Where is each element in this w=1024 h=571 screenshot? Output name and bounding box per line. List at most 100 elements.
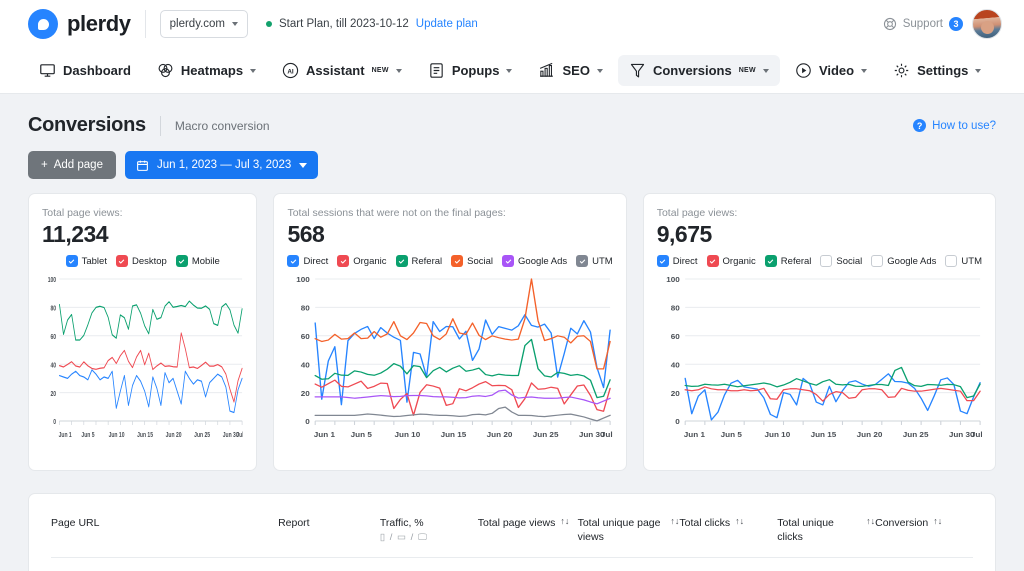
page-header: Conversions Macro conversion ? How to us… bbox=[0, 94, 1024, 137]
nav-label: Heatmaps bbox=[180, 63, 244, 78]
legend-item-desktop[interactable]: Desktop bbox=[115, 255, 167, 267]
legend-checkbox[interactable] bbox=[945, 255, 958, 267]
check-icon bbox=[340, 259, 346, 264]
svg-text:Jun 20: Jun 20 bbox=[166, 431, 182, 439]
svg-text:Jun 15: Jun 15 bbox=[810, 430, 836, 439]
chart-area: 0 20 40 60 80 100 Jun 1 Jun 5 Jun 10 Jun 15 Jun 20… bbox=[657, 273, 982, 458]
chart-area: 0 20 40 60 80 100 Jun 1 Jun 5 Jun 10 Jun 15 Jun 20… bbox=[287, 273, 613, 458]
legend-item-direct[interactable]: Direct bbox=[287, 255, 328, 267]
legend-item-tablet[interactable]: Tablet bbox=[65, 255, 107, 267]
update-plan-link[interactable]: Update plan bbox=[416, 18, 478, 30]
line-chart-3: 0 20 40 60 80 100 Jun 1 Jun 5 Jun 10 Jun 15 Jun 20… bbox=[666, 275, 982, 439]
column-header-total-unique-page-views[interactable]: Total unique page views ↑↓ bbox=[578, 516, 680, 544]
monitor-icon bbox=[40, 64, 55, 77]
column-header-conversion[interactable]: Conversion ↑↓ bbox=[875, 516, 973, 530]
nav-item-seo[interactable]: SEO bbox=[527, 55, 613, 86]
nav-item-settings[interactable]: Settings bbox=[882, 55, 992, 86]
legend-item-utm[interactable]: UTM bbox=[945, 255, 982, 267]
legend-checkbox[interactable] bbox=[395, 255, 408, 267]
svg-text:Jun 5: Jun 5 bbox=[720, 430, 742, 439]
column-header-report[interactable]: Report bbox=[278, 516, 380, 530]
legend-checkbox[interactable] bbox=[706, 255, 719, 267]
svg-text:Jun 1: Jun 1 bbox=[684, 430, 706, 439]
legend-item-referal[interactable]: Referal bbox=[764, 255, 811, 267]
legend-item-direct[interactable]: Direct bbox=[656, 255, 698, 267]
svg-text:Jun 25: Jun 25 bbox=[902, 430, 928, 439]
legend-checkbox[interactable] bbox=[337, 255, 350, 267]
svg-text:Jun 25: Jun 25 bbox=[533, 430, 559, 439]
svg-text:20: 20 bbox=[301, 389, 311, 398]
nav-label: Popups bbox=[451, 63, 500, 78]
legend-checkbox[interactable] bbox=[65, 255, 78, 267]
line-chart-1: 0 20 40 60 80 100 Jun 1 Jun 5 Jun 10 Jun 15 Jun 20… bbox=[48, 276, 244, 439]
legend-item-google-ads[interactable]: Google Ads bbox=[502, 255, 567, 267]
nav-label: Assistant bbox=[306, 63, 365, 78]
legend-item-social[interactable]: Social bbox=[820, 255, 862, 267]
calendar-icon bbox=[137, 160, 148, 171]
nav-item-heatmaps[interactable]: Heatmaps bbox=[146, 55, 267, 86]
legend-checkbox[interactable] bbox=[576, 255, 589, 267]
legend-item-mobile[interactable]: Mobile bbox=[175, 255, 220, 267]
legend-item-referal[interactable]: Referal bbox=[395, 255, 442, 267]
legend-label: Mobile bbox=[191, 255, 220, 267]
sort-icon[interactable]: ↑↓ bbox=[670, 517, 679, 526]
chart-area: 0 20 40 60 80 100 Jun 1 Jun 5 Jun 10 Jun 15 Jun 20… bbox=[42, 273, 244, 458]
legend-item-organic[interactable]: Organic bbox=[337, 255, 387, 267]
svg-text:0: 0 bbox=[53, 418, 56, 426]
sort-icon[interactable]: ↑↓ bbox=[866, 517, 875, 526]
card-total-page-views: Total page views: 11,234 Tablet Desktop Mo… bbox=[28, 193, 258, 471]
column-header-traffic[interactable]: Traffic, % ▯ / ▭ / 🖵 bbox=[380, 516, 478, 545]
legend-item-utm[interactable]: UTM bbox=[576, 255, 613, 267]
plan-status: Start Plan, till 2023-10-12 Update plan bbox=[266, 18, 478, 30]
card-value: 11,234 bbox=[42, 221, 109, 247]
nav-item-assistant[interactable]: AI Assistant NEW bbox=[271, 55, 413, 86]
support-button[interactable]: Support 3 bbox=[883, 17, 963, 31]
brand-logo[interactable]: plerdy bbox=[28, 9, 131, 39]
domain-selector-value: plerdy.com bbox=[169, 18, 226, 30]
date-range-picker[interactable]: Jun 1, 2023 — Jul 3, 2023 bbox=[124, 151, 319, 179]
legend-checkbox[interactable] bbox=[764, 255, 777, 267]
check-icon bbox=[660, 259, 666, 264]
legend-label: Direct bbox=[303, 255, 329, 267]
legend-label: UTM bbox=[592, 255, 613, 267]
svg-text:Jun 1: Jun 1 bbox=[59, 431, 72, 439]
legend-checkbox[interactable] bbox=[502, 255, 515, 267]
nav-item-video[interactable]: Video bbox=[784, 55, 878, 86]
table-row[interactable]: I Spent 2000 Hours Learning How To Learn… bbox=[51, 558, 973, 571]
avatar[interactable] bbox=[972, 9, 1002, 39]
add-page-button[interactable]: + Add page bbox=[28, 151, 116, 179]
legend-checkbox[interactable] bbox=[820, 255, 833, 267]
check-icon bbox=[290, 259, 297, 264]
legend-checkbox[interactable] bbox=[871, 255, 884, 267]
sort-icon[interactable]: ↑↓ bbox=[933, 517, 942, 526]
sort-icon[interactable]: ↑↓ bbox=[560, 517, 569, 526]
svg-text:Jun 1: Jun 1 bbox=[314, 430, 336, 439]
column-header-total-clicks[interactable]: Total clicks ↑↓ bbox=[679, 516, 777, 530]
how-to-use-link[interactable]: ? How to use? bbox=[913, 119, 996, 132]
legend-checkbox[interactable] bbox=[656, 255, 669, 267]
sort-icon[interactable]: ↑↓ bbox=[735, 517, 744, 526]
check-icon bbox=[68, 259, 75, 264]
legend-checkbox[interactable] bbox=[175, 255, 188, 267]
metric-cards: Total page views: 11,234 Tablet Desktop Mo… bbox=[0, 179, 1024, 471]
column-header-page-url[interactable]: Page URL bbox=[51, 516, 278, 530]
nav-item-popups[interactable]: Popups bbox=[417, 55, 524, 86]
legend-item-social[interactable]: Social bbox=[451, 255, 493, 267]
nav-item-dashboard[interactable]: Dashboard bbox=[28, 55, 142, 86]
svg-text:60: 60 bbox=[670, 332, 680, 341]
nav-label: SEO bbox=[562, 63, 590, 78]
legend-item-organic[interactable]: Organic bbox=[706, 255, 756, 267]
column-header-total-page-views[interactable]: Total page views ↑↓ bbox=[478, 516, 578, 530]
legend-item-google-ads[interactable]: Google Ads bbox=[871, 255, 936, 267]
table-header-row: Page URL Report Traffic, % ▯ / ▭ / 🖵 Tot… bbox=[51, 494, 973, 558]
legend-checkbox[interactable] bbox=[451, 255, 464, 267]
domain-selector[interactable]: plerdy.com bbox=[159, 10, 249, 38]
legend-label: Tablet bbox=[81, 255, 107, 267]
nav-item-conversions[interactable]: Conversions NEW bbox=[617, 55, 780, 86]
column-header-total-unique-clicks[interactable]: Total unique clicks ↑↓ bbox=[777, 516, 875, 544]
svg-text:Jun 5: Jun 5 bbox=[81, 431, 94, 439]
nav-label: Settings bbox=[917, 63, 969, 78]
legend-checkbox[interactable] bbox=[115, 255, 128, 267]
check-icon bbox=[454, 259, 460, 264]
legend-checkbox[interactable] bbox=[287, 255, 300, 267]
